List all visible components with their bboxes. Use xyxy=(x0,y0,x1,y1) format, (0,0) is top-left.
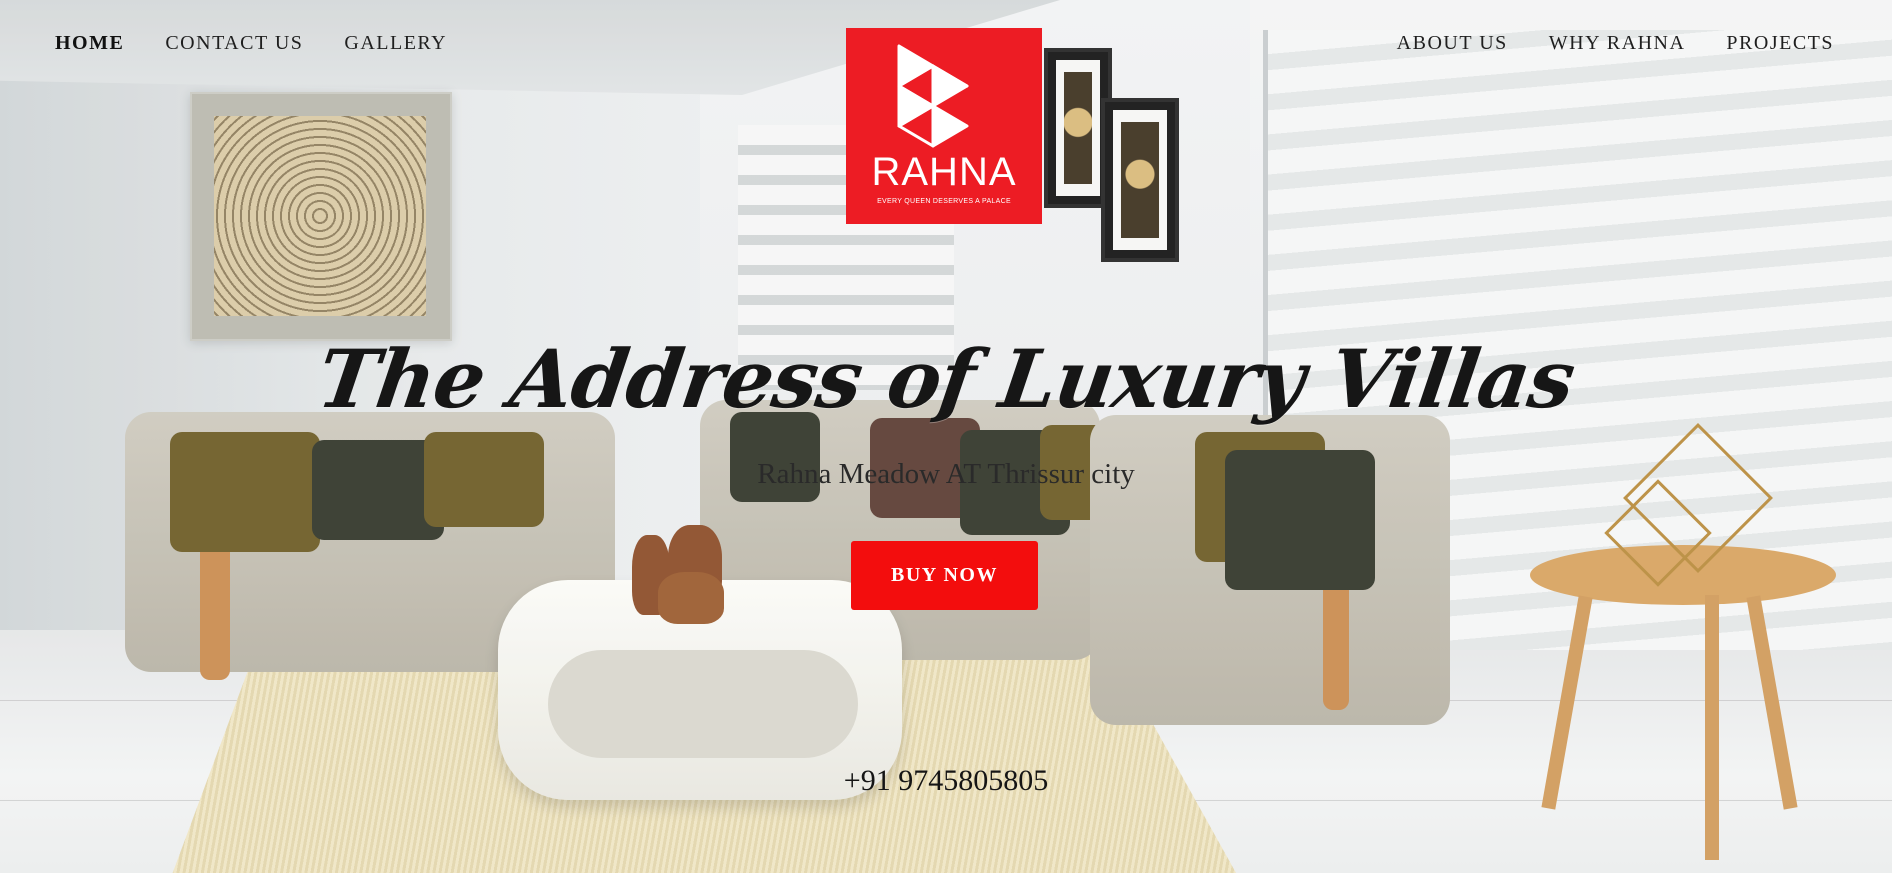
nav-item-contact-us[interactable]: CONTACT US xyxy=(165,32,303,55)
buy-now-button[interactable]: BUY NOW xyxy=(851,541,1038,610)
nav-item-home[interactable]: HOME xyxy=(55,32,124,55)
phone-number-link[interactable]: +91 9745805805 xyxy=(0,764,1892,798)
nav-item-gallery[interactable]: GALLERY xyxy=(344,32,447,55)
nav-item-why-rahna[interactable]: WHY RAHNA xyxy=(1549,32,1686,55)
nav-left: HOME CONTACT US GALLERY xyxy=(55,32,447,55)
nav-item-projects[interactable]: PROJECTS xyxy=(1726,32,1834,55)
logo-wordmark: RAHNA xyxy=(871,150,1017,194)
hero-subtitle: Rahna Meadow AT Thrissur city xyxy=(757,458,1135,490)
brand-logo[interactable]: RAHNA EVERY QUEEN DESERVES A PALACE xyxy=(846,28,1042,224)
nav-item-about-us[interactable]: ABOUT US xyxy=(1397,32,1508,55)
hero-title: The Address of Luxury Villas xyxy=(312,332,1580,426)
logo-tagline: EVERY QUEEN DESERVES A PALACE xyxy=(877,198,1011,205)
nav-right: ABOUT US WHY RAHNA PROJECTS xyxy=(1397,32,1834,55)
page: HOME CONTACT US GALLERY ABOUT US WHY RAH… xyxy=(0,0,1892,873)
